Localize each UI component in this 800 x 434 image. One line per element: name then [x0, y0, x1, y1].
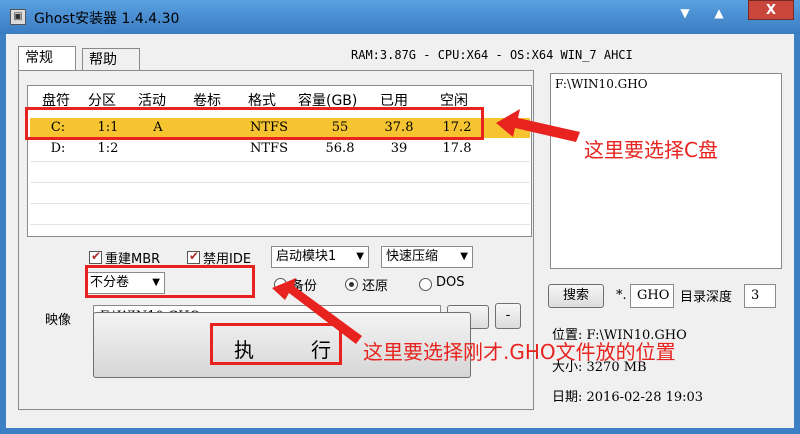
close-button[interactable]: X [748, 0, 794, 20]
maximize-button[interactable]: ▲ [706, 4, 732, 22]
arrow-to-image-icon [272, 278, 362, 344]
app-icon: ▣ [10, 9, 26, 25]
drive-annotation-text: 这里要选择C盘 [584, 138, 718, 162]
image-annotation-text: 这里要选择刚才.GHO文件放的位置 [363, 340, 676, 364]
window-title: Ghost安装器 1.4.4.30 [34, 11, 180, 27]
annotation-arrows [272, 109, 580, 344]
minimize-button[interactable]: ▼ [672, 4, 698, 22]
title-bar: ▣ Ghost安装器 1.4.4.30 ▼ ▲ X [0, 0, 800, 34]
tab-general[interactable]: 常规 [18, 46, 76, 70]
client-area: 常规 帮助 RAM:3.87G - CPU:X64 - OS:X64 WIN_7… [6, 34, 794, 428]
app-window: ▣ Ghost安装器 1.4.4.30 ▼ ▲ X 常规 帮助 RAM:3.87… [0, 0, 800, 434]
arrow-to-drive-icon [496, 109, 580, 142]
